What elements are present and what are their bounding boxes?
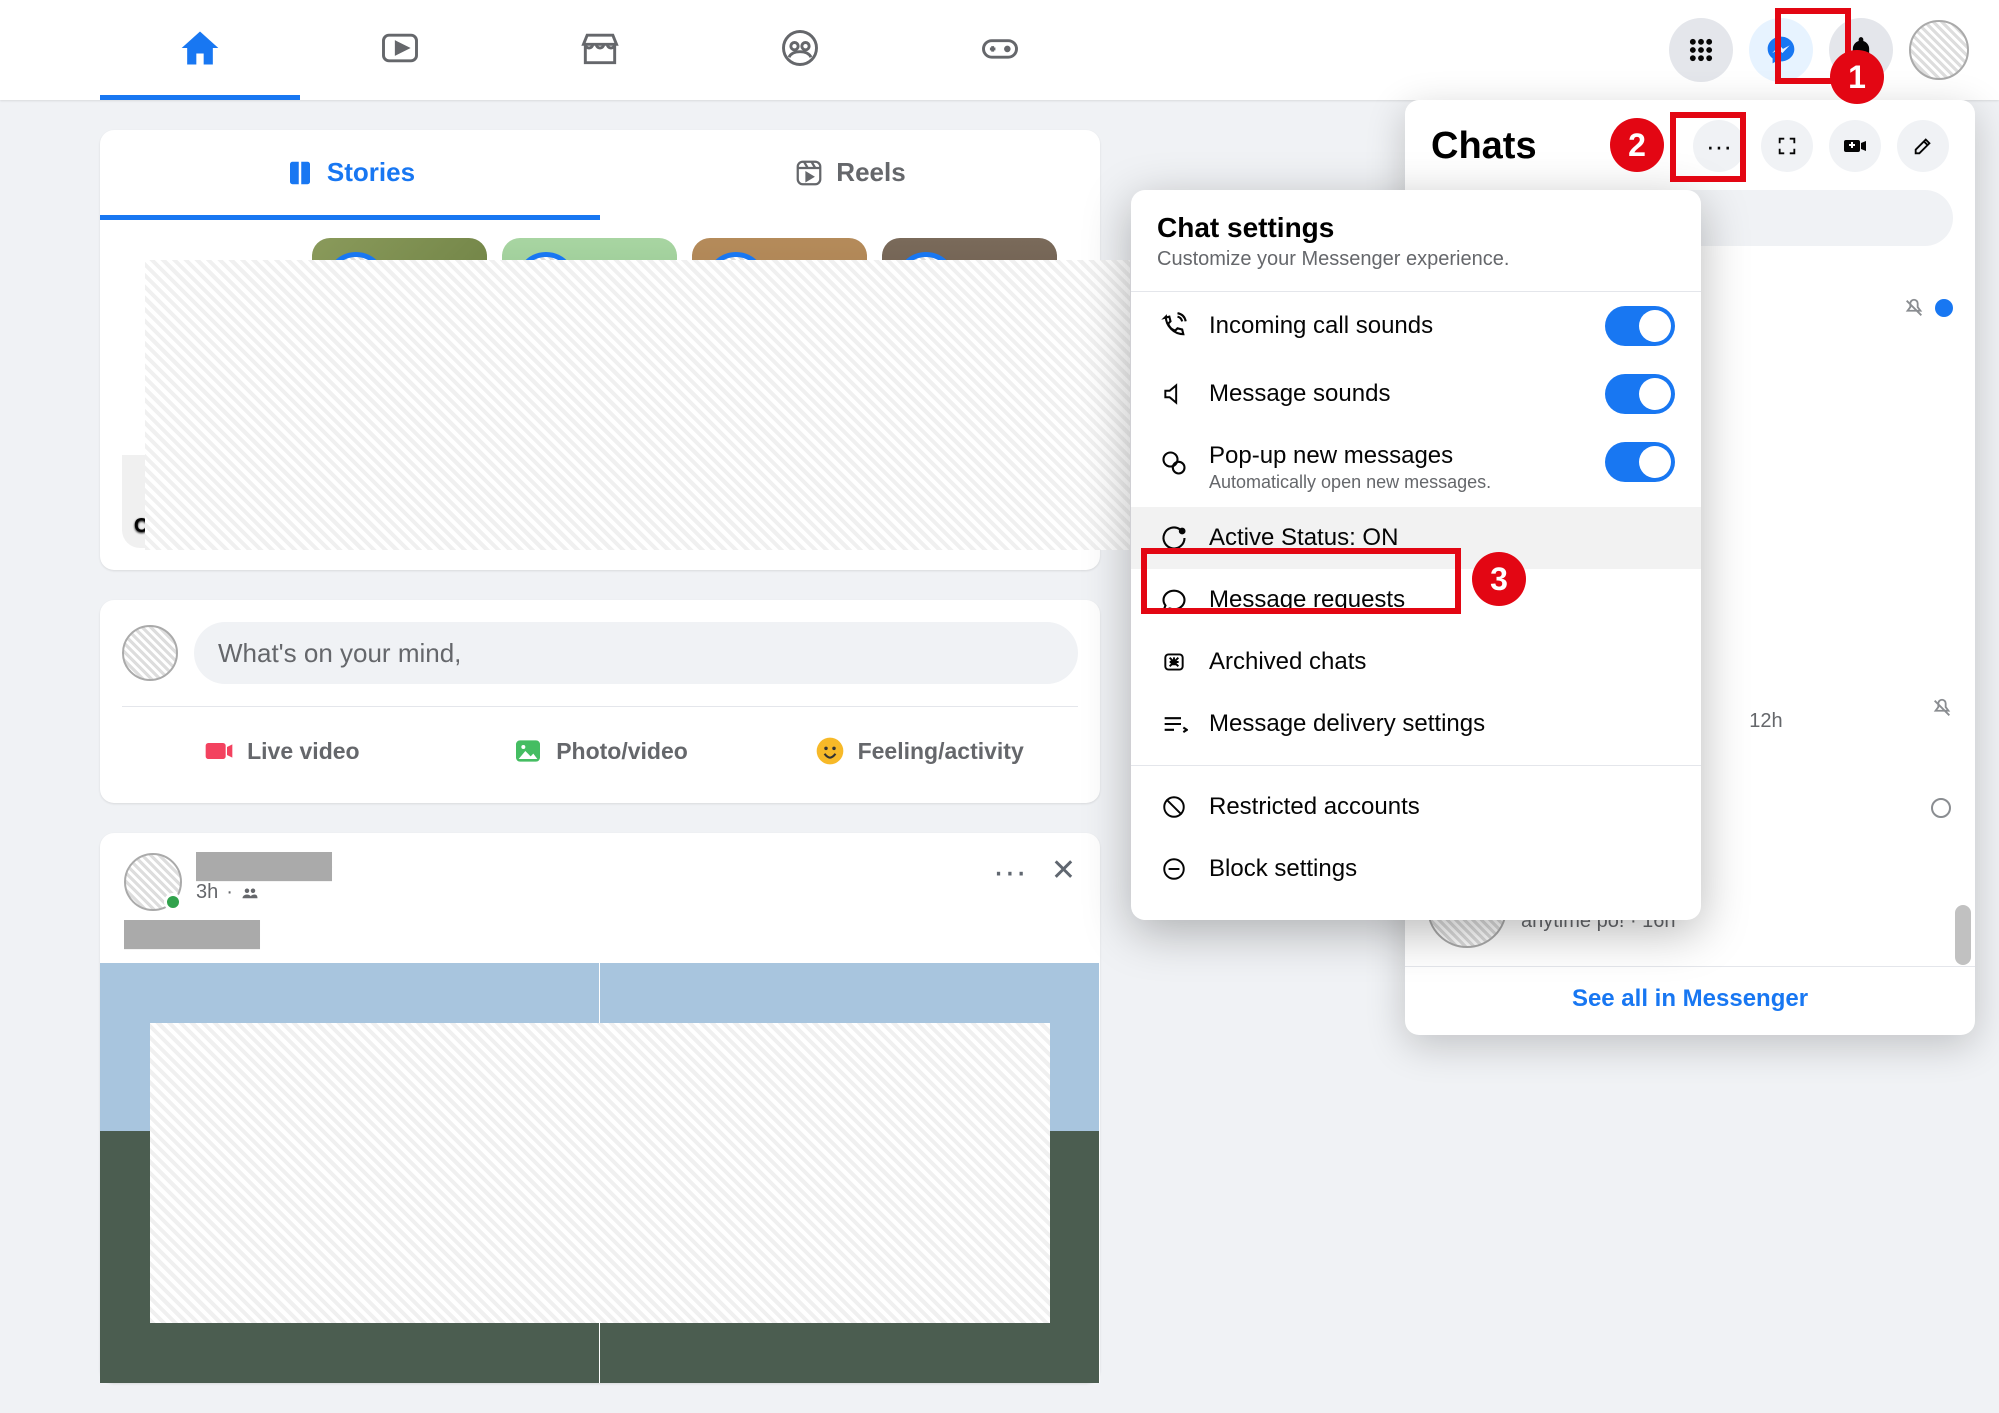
compose-live[interactable]: Live video [122,721,441,781]
gaming-icon [978,26,1022,70]
nav-gaming[interactable] [900,0,1100,100]
compose-placeholder: What's on your mind, [218,638,461,669]
nav-home[interactable] [100,0,300,100]
stories-icon [285,158,315,188]
annotation-badge-1: 1 [1830,50,1884,104]
grid-icon [1687,36,1715,64]
setting-incoming-call-sounds[interactable]: Incoming call sounds [1131,292,1701,360]
watch-icon [378,26,422,70]
post-avatar[interactable] [124,853,182,911]
post-body-text: ████████ [100,921,1100,963]
unread-dot [1935,299,1953,317]
top-nav-bar [0,0,1999,100]
chats-scrollbar[interactable] [1955,905,1971,965]
video-plus-icon [1843,134,1867,158]
annotation-badge-2: 2 [1610,118,1664,172]
post-author[interactable]: ████████ [196,853,332,881]
setting-archived-chats[interactable]: Archived chats [1131,631,1701,693]
active-ring-icon [1929,796,1953,820]
stories-card: Stories Reels Create story [100,130,1100,570]
stories-reels-tabs: Stories Reels [100,130,1100,220]
restricted-icon [1161,794,1187,820]
stories-row: Create story [100,220,1100,570]
video-icon [203,735,235,767]
nav-marketplace[interactable] [500,0,700,100]
chats-new-room-button[interactable] [1829,120,1881,172]
market-icon [578,26,622,70]
chats-expand-button[interactable] [1761,120,1813,172]
post-card: ████████ 3h · ··· ✕ ████████ [100,833,1100,1383]
tab-stories[interactable]: Stories [100,130,600,220]
toggle-on[interactable] [1605,306,1675,346]
compose-avatar[interactable] [122,625,178,681]
compose-input[interactable]: What's on your mind, [194,622,1078,684]
feeling-label: Feeling/activity [858,738,1024,765]
label: Pop-up new messages [1209,442,1491,470]
phone-sound-icon [1160,312,1188,340]
redacted-overlay [150,1023,1050,1323]
nav-watch[interactable] [300,0,500,100]
popup-icon [1160,449,1188,477]
tab-reels[interactable]: Reels [600,130,1100,220]
tab-stories-label: Stories [327,157,415,188]
compose-photo[interactable]: Photo/video [441,721,760,781]
toggle-on[interactable] [1605,374,1675,414]
annotation-badge-3: 3 [1472,552,1526,606]
home-icon [178,26,222,70]
post-meta: 3h · [196,881,332,904]
label: Block settings [1209,855,1357,883]
mute-icon [1931,697,1953,719]
setting-popup-new-messages[interactable]: Pop-up new messages Automatically open n… [1131,428,1701,507]
settings-title: Chat settings [1131,212,1701,244]
post-time: 3h [196,881,218,904]
toggle-on[interactable] [1605,442,1675,482]
reels-icon [794,158,824,188]
live-label: Live video [247,738,359,765]
nav-center [100,0,1100,100]
setting-block[interactable]: Block settings [1131,838,1701,900]
post-close-button[interactable]: ✕ [1051,853,1076,892]
compose-feeling[interactable]: Feeling/activity [759,721,1078,781]
redacted-overlay [145,260,1130,550]
setting-restricted[interactable]: Restricted accounts [1131,776,1701,838]
photo-label: Photo/video [556,738,688,765]
profile-avatar[interactable] [1909,20,1969,80]
compose-card: What's on your mind, Live video Photo/vi… [100,600,1100,803]
sublabel: Automatically open new messages. [1209,472,1491,493]
post-image[interactable] [100,963,1100,1383]
speaker-icon [1161,381,1187,407]
label: Message sounds [1209,380,1390,408]
audience-icon [241,884,259,902]
see-all-messenger-link[interactable]: See all in Messenger [1405,966,1975,1019]
post-more-button[interactable]: ··· [993,853,1027,892]
smile-icon [814,735,846,767]
label: Incoming call sounds [1209,312,1433,340]
nav-groups[interactable] [700,0,900,100]
chats-compose-button[interactable] [1897,120,1949,172]
archive-icon [1161,649,1187,675]
label: Archived chats [1209,648,1366,676]
groups-icon [778,26,822,70]
settings-subtitle: Customize your Messenger experience. [1131,244,1701,292]
tab-reels-label: Reels [836,157,905,188]
delivery-icon [1160,710,1188,738]
block-icon [1161,856,1187,882]
label: Message delivery settings [1209,710,1485,738]
label: Restricted accounts [1209,793,1420,821]
setting-message-sounds[interactable]: Message sounds [1131,360,1701,428]
menu-grid-button[interactable] [1669,18,1733,82]
feed-column: Stories Reels Create story [100,130,1100,1413]
mute-icon [1903,297,1925,319]
photo-icon [512,735,544,767]
setting-delivery[interactable]: Message delivery settings [1131,693,1701,755]
annotation-box-3 [1141,548,1461,614]
compose-icon [1912,135,1934,157]
annotation-box-2 [1670,112,1746,182]
expand-icon [1776,135,1798,157]
